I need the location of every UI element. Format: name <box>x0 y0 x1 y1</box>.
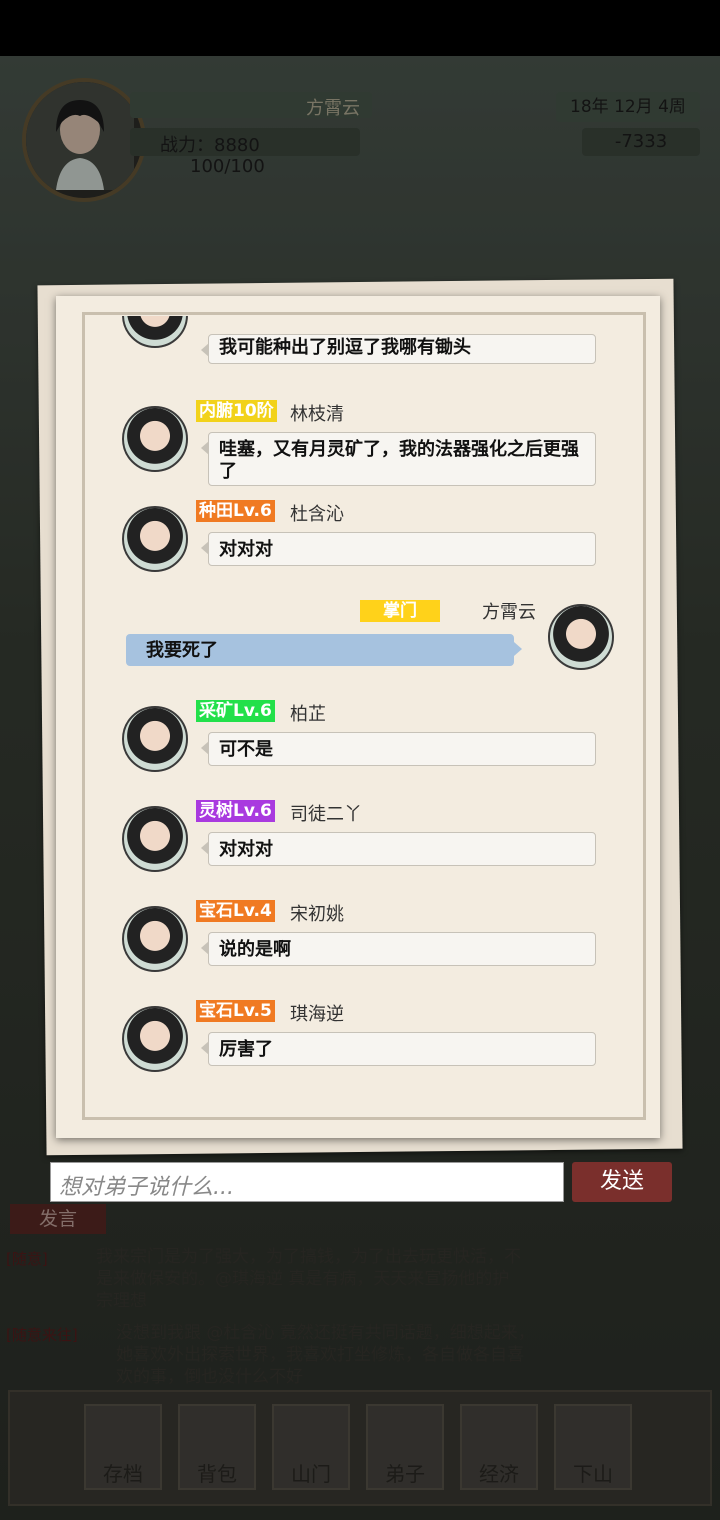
disciple-portrait[interactable] <box>122 906 188 972</box>
player-chat-name: 方霄云 <box>482 602 536 623</box>
chat-bubble: 对对对 <box>201 532 596 566</box>
disciple-name: 柏芷 <box>290 704 326 725</box>
player-portrait[interactable] <box>548 604 614 670</box>
disciple-portrait[interactable] <box>122 406 188 472</box>
rank-tag: 宝石Lv.5 <box>196 1000 275 1022</box>
chat-message: 宝石Lv.4 宋初姚 说的是啊 <box>86 898 642 998</box>
rank-tag: 灵树Lv.6 <box>196 800 275 822</box>
chat-message: 我可能种出了别逗了我哪有锄头 <box>86 316 642 364</box>
disciple-portrait[interactable] <box>122 806 188 872</box>
chat-bubble-self: 我要死了 <box>126 634 522 666</box>
disciple-portrait[interactable] <box>122 1006 188 1072</box>
disciple-name: 琪海逆 <box>290 1004 344 1025</box>
rank-tag: 宝石Lv.4 <box>196 900 275 922</box>
status-bar <box>0 0 720 56</box>
rank-tag: 内腑10阶 <box>196 400 277 422</box>
chat-message: 采矿Lv.6 柏芷 可不是 <box>86 698 642 798</box>
chat-message: 内腑10阶 林枝清 哇塞，又有月灵矿了，我的法器强化之后更强了 <box>86 398 642 508</box>
chat-list[interactable]: 我可能种出了别逗了我哪有锄头 内腑10阶 林枝清 哇塞，又有月灵矿了，我的法器强… <box>86 316 642 1116</box>
rank-tag: 掌门 <box>360 600 440 622</box>
rank-tag: 采矿Lv.6 <box>196 700 275 722</box>
disciple-name: 林枝清 <box>290 404 344 425</box>
disciple-portrait[interactable] <box>122 506 188 572</box>
chat-bubble: 厉害了 <box>201 1032 596 1066</box>
rank-tag: 种田Lv.6 <box>196 500 275 522</box>
chat-message: 宝石Lv.5 琪海逆 厉害了 <box>86 998 642 1098</box>
chat-bubble: 我可能种出了别逗了我哪有锄头 <box>201 334 596 364</box>
chat-bubble: 对对对 <box>201 832 596 866</box>
chat-bubble: 可不是 <box>201 732 596 766</box>
chat-message: 灵树Lv.6 司徒二丫 对对对 <box>86 798 642 898</box>
disciple-portrait[interactable] <box>122 706 188 772</box>
chat-message-self: 掌门 方霄云 我要死了 <box>86 596 642 696</box>
chat-bubble: 说的是啊 <box>201 932 596 966</box>
disciple-name: 宋初姚 <box>290 904 344 925</box>
send-button[interactable]: 发送 <box>572 1162 672 1202</box>
disciple-portrait[interactable] <box>122 316 188 348</box>
chat-bubble: 哇塞，又有月灵矿了，我的法器强化之后更强了 <box>201 432 596 486</box>
chat-input[interactable]: 想对弟子说什么... <box>50 1162 564 1202</box>
disciple-name: 杜含沁 <box>290 504 344 525</box>
disciple-name: 司徒二丫 <box>290 804 362 825</box>
chat-message: 种田Lv.6 杜含沁 对对对 <box>86 498 642 598</box>
